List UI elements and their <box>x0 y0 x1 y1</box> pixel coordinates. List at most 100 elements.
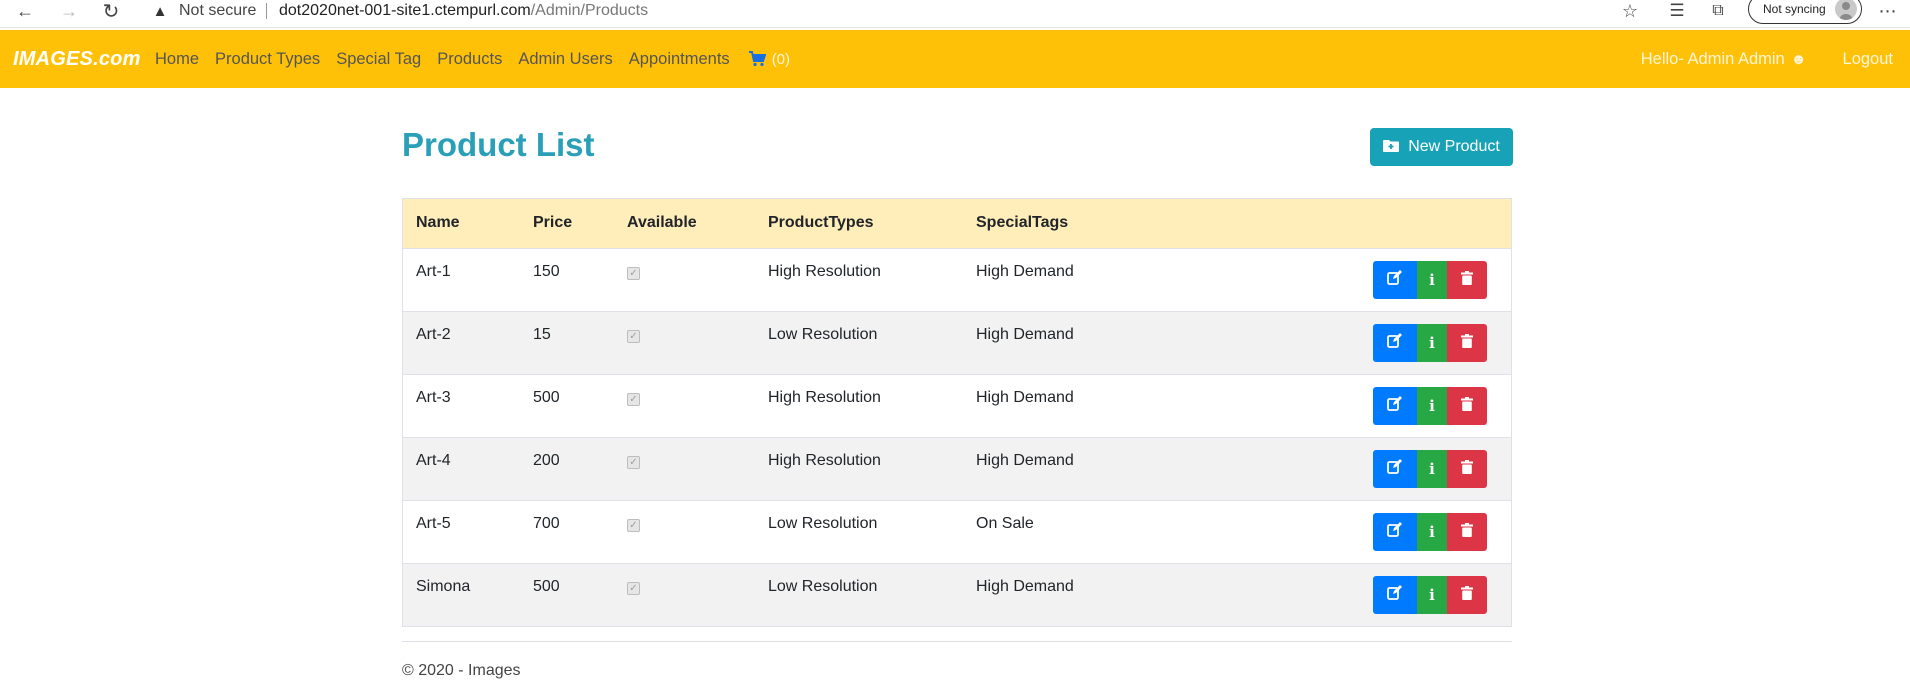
product-name: Simona <box>416 577 471 595</box>
cell-price: 200 <box>520 437 614 500</box>
favorites-list-icon[interactable]: ☰ <box>1665 0 1689 22</box>
product-type: High Resolution <box>768 262 881 280</box>
cell-name: Art-5 <box>403 500 520 563</box>
edit-icon <box>1387 585 1403 604</box>
special-tag: High Demand <box>976 262 1074 280</box>
product-price: 15 <box>533 325 551 343</box>
nav-links: Home Product Types Special Tag Products … <box>155 30 790 88</box>
special-tag: High Demand <box>976 325 1074 343</box>
product-price: 500 <box>533 577 560 595</box>
more-menu-icon[interactable]: ⋯ <box>1876 0 1900 22</box>
delete-button[interactable] <box>1447 575 1487 614</box>
delete-button[interactable] <box>1447 512 1487 551</box>
edit-button[interactable] <box>1373 260 1417 299</box>
sync-label: Not syncing <box>1763 2 1826 16</box>
product-type: Low Resolution <box>768 577 878 595</box>
reload-icon[interactable]: ↻ <box>98 0 124 23</box>
brand-logo[interactable]: IMAGES.com <box>13 30 141 88</box>
user-greeting[interactable]: Hello- Admin Admin ☻ <box>1641 50 1807 69</box>
column-header-special-tags: SpecialTags <box>976 214 1069 232</box>
site-navbar: IMAGES.com Home Product Types Special Ta… <box>0 30 1910 88</box>
nav-link-admin-users[interactable]: Admin Users <box>518 50 612 69</box>
collections-icon[interactable]: ⧉ <box>1706 0 1730 22</box>
footer-divider <box>402 641 1512 642</box>
cell-name: Art-2 <box>403 311 520 374</box>
sync-profile-button[interactable]: Not syncing <box>1748 0 1862 24</box>
warning-icon[interactable]: ▲ <box>150 0 170 22</box>
product-name: Art-2 <box>416 325 451 343</box>
product-name: Art-4 <box>416 451 451 469</box>
address-bar[interactable]: dot2020net-001-site1.ctempurl.com/Admin/… <box>279 0 648 22</box>
trash-icon <box>1461 396 1473 415</box>
available-checkbox: ✓ <box>627 581 640 595</box>
url-path: /Admin/Products <box>530 2 649 19</box>
logout-link[interactable]: Logout <box>1843 50 1893 69</box>
trash-icon <box>1461 522 1473 541</box>
cell-actions: i <box>1171 500 1511 563</box>
available-checkbox: ✓ <box>627 392 640 406</box>
edit-icon <box>1387 522 1403 541</box>
column-header-name: Name <box>416 214 460 232</box>
product-price: 150 <box>533 262 560 280</box>
cell-available: ✓ <box>614 500 755 563</box>
product-price: 200 <box>533 451 560 469</box>
details-button[interactable]: i <box>1417 386 1447 425</box>
nav-link-home[interactable]: Home <box>155 50 199 69</box>
nav-link-products[interactable]: Products <box>437 50 502 69</box>
cell-special-tag: On Sale <box>963 500 1171 563</box>
edit-button[interactable] <box>1373 386 1417 425</box>
table-row: Art-1 150 ✓ High Resolution High Demand i <box>403 248 1511 311</box>
edit-button[interactable] <box>1373 449 1417 488</box>
nav-link-appointments[interactable]: Appointments <box>629 50 730 69</box>
info-icon: i <box>1429 396 1435 415</box>
cell-name: Art-1 <box>403 248 520 311</box>
nav-link-product-types[interactable]: Product Types <box>215 50 320 69</box>
table-row: Art-5 700 ✓ Low Resolution On Sale i <box>403 500 1511 563</box>
table-row: Simona 500 ✓ Low Resolution High Demand i <box>403 563 1511 626</box>
delete-button[interactable] <box>1447 260 1487 299</box>
product-type: Low Resolution <box>768 325 878 343</box>
profile-avatar-icon <box>1835 0 1857 20</box>
cell-price: 700 <box>520 500 614 563</box>
product-name: Art-5 <box>416 514 451 532</box>
cart-count: (0) <box>771 50 791 68</box>
cell-available: ✓ <box>614 437 755 500</box>
edit-button[interactable] <box>1373 323 1417 362</box>
available-checkbox: ✓ <box>627 266 640 280</box>
edit-button[interactable] <box>1373 512 1417 551</box>
details-button[interactable]: i <box>1417 449 1447 488</box>
trash-icon <box>1461 333 1473 352</box>
cell-product-type: High Resolution <box>755 248 963 311</box>
cell-product-type: Low Resolution <box>755 500 963 563</box>
cell-price: 15 <box>520 311 614 374</box>
edit-icon <box>1387 270 1403 289</box>
edit-icon <box>1387 459 1403 478</box>
cell-name: Art-4 <box>403 437 520 500</box>
back-arrow-icon[interactable]: ← <box>12 0 38 22</box>
cart-link[interactable]: (0) <box>748 51 790 68</box>
forward-arrow-icon[interactable]: → <box>56 0 82 22</box>
cell-actions: i <box>1171 311 1511 374</box>
edit-button[interactable] <box>1373 575 1417 614</box>
delete-button[interactable] <box>1447 449 1487 488</box>
cell-name: Art-3 <box>403 374 520 437</box>
new-product-button[interactable]: New Product <box>1370 128 1513 166</box>
available-checkbox: ✓ <box>627 455 640 469</box>
trash-icon <box>1461 585 1473 604</box>
details-button[interactable]: i <box>1417 323 1447 362</box>
table-row: Art-2 15 ✓ Low Resolution High Demand i <box>403 311 1511 374</box>
column-header-actions <box>1171 199 1511 248</box>
delete-button[interactable] <box>1447 386 1487 425</box>
security-label[interactable]: Not secure <box>179 0 256 22</box>
favorite-star-icon[interactable]: ☆ <box>1618 0 1642 22</box>
cell-product-type: High Resolution <box>755 437 963 500</box>
cell-special-tag: High Demand <box>963 563 1171 626</box>
edit-icon <box>1387 396 1403 415</box>
cell-special-tag: High Demand <box>963 437 1171 500</box>
details-button[interactable]: i <box>1417 512 1447 551</box>
delete-button[interactable] <box>1447 323 1487 362</box>
details-button[interactable]: i <box>1417 575 1447 614</box>
details-button[interactable]: i <box>1417 260 1447 299</box>
cell-available: ✓ <box>614 311 755 374</box>
nav-link-special-tag[interactable]: Special Tag <box>336 50 421 69</box>
